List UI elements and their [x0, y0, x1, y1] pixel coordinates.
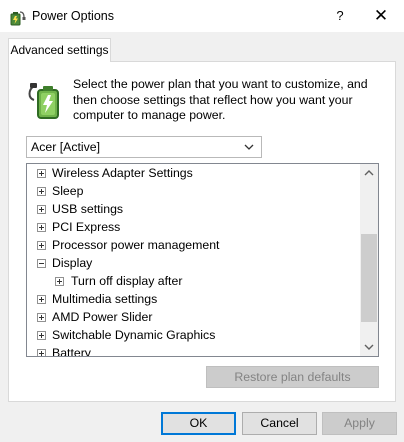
tree-item-label: Display — [52, 256, 93, 270]
restore-plan-defaults-button[interactable]: Restore plan defaults — [206, 366, 379, 388]
description-text: Select the power plan that you want to c… — [73, 77, 368, 122]
cancel-button[interactable]: Cancel — [242, 412, 317, 435]
settings-tree[interactable]: Wireless Adapter Settings Sleep USB sett… — [26, 163, 379, 357]
expand-plus-icon[interactable] — [37, 241, 46, 250]
expand-plus-icon[interactable] — [37, 331, 46, 340]
window-title: Power Options — [32, 9, 114, 23]
close-button[interactable]: ✕ — [362, 2, 400, 30]
expand-plus-icon[interactable] — [37, 187, 46, 196]
expand-plus-icon[interactable] — [37, 295, 46, 304]
power-plan-value: Acer [Active] — [31, 140, 101, 154]
tree-item-label: AMD Power Slider — [52, 310, 153, 324]
scroll-up-arrow-icon[interactable] — [360, 164, 378, 182]
expand-plus-icon[interactable] — [37, 313, 46, 322]
apply-button[interactable]: Apply — [322, 412, 397, 435]
tree-item-label: Switchable Dynamic Graphics — [52, 328, 216, 342]
chevron-down-icon — [244, 144, 254, 150]
scroll-down-arrow-icon[interactable] — [360, 338, 378, 356]
title-bar: Power Options ? ✕ — [0, 0, 404, 32]
scroll-thumb[interactable] — [361, 234, 377, 322]
ok-button[interactable]: OK — [161, 412, 236, 435]
expand-plus-icon[interactable] — [37, 205, 46, 214]
tree-item-label: Turn off display after — [71, 274, 183, 288]
expand-plus-icon[interactable] — [37, 169, 46, 178]
power-plan-select[interactable]: Acer [Active] — [26, 136, 262, 158]
tree-scrollbar[interactable] — [360, 164, 378, 356]
tree-item-label: Wireless Adapter Settings — [52, 166, 193, 180]
expand-plus-icon[interactable] — [37, 223, 46, 232]
tab-advanced-settings[interactable]: Advanced settings — [8, 38, 111, 62]
battery-plug-icon — [28, 83, 59, 119]
collapse-minus-icon[interactable] — [37, 259, 46, 268]
expand-plus-icon[interactable] — [37, 349, 46, 356]
tree-item-label: Battery — [52, 346, 91, 356]
tree-item-label: Processor power management — [52, 238, 220, 252]
tree-item-label: PCI Express — [52, 220, 121, 234]
tree-item-label: Sleep — [52, 184, 84, 198]
settings-tree-viewport: Wireless Adapter Settings Sleep USB sett… — [27, 164, 360, 356]
help-button[interactable]: ? — [325, 2, 355, 30]
power-options-icon — [10, 11, 26, 26]
expand-plus-icon[interactable] — [55, 277, 64, 286]
tree-item-label: Multimedia settings — [52, 292, 158, 306]
tree-item-label: USB settings — [52, 202, 124, 216]
